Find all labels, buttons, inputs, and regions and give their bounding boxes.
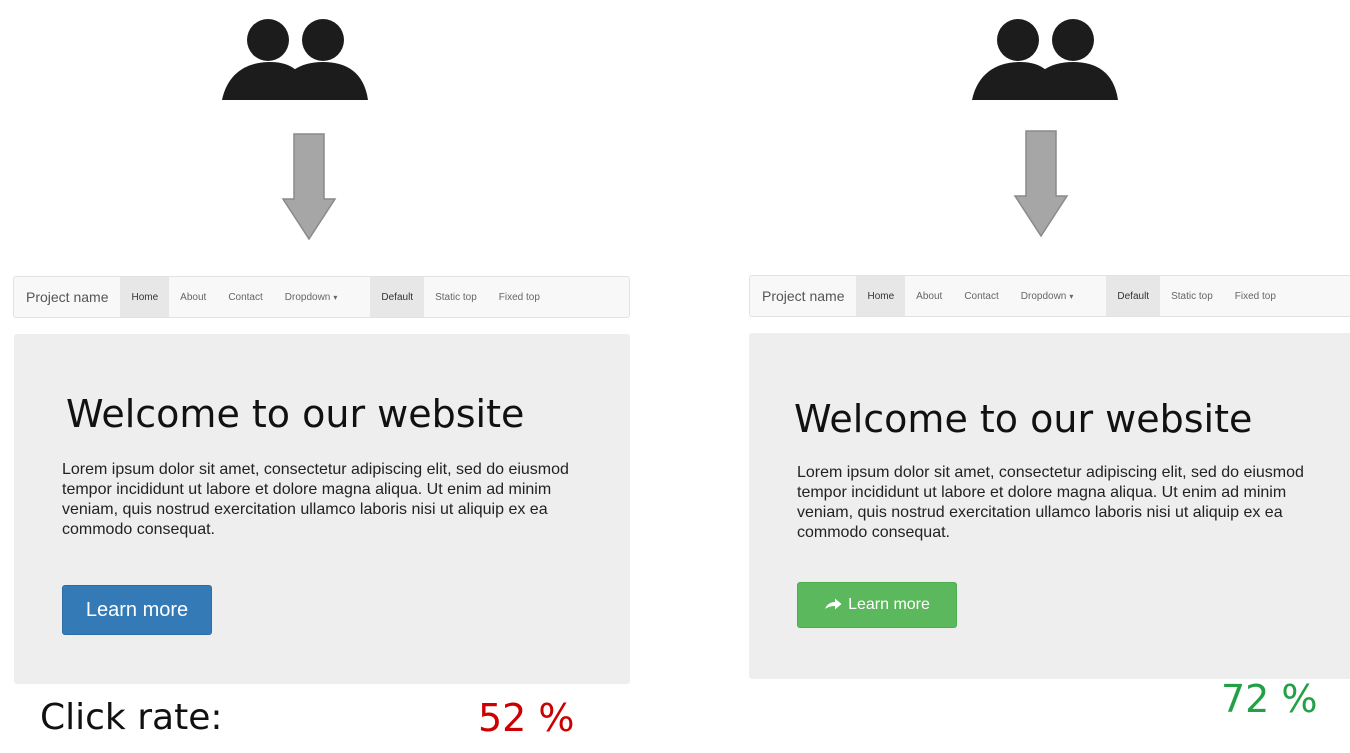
nav-item-contact[interactable]: Contact (217, 277, 273, 317)
navbar-brand[interactable]: Project name (750, 276, 856, 316)
arrow-down-icon (281, 133, 337, 241)
nav-item-fixed-top[interactable]: Fixed top (488, 277, 551, 317)
nav-item-dropdown-label: Dropdown (284, 291, 331, 303)
jumbotron: Welcome to our website Lorem ipsum dolor… (749, 333, 1350, 679)
caret-down-icon: ▾ (333, 292, 338, 302)
caret-down-icon: ▾ (1069, 291, 1074, 301)
arrow-down-icon (1013, 130, 1069, 238)
nav-item-fixed-top[interactable]: Fixed top (1224, 276, 1287, 316)
body-text: Lorem ipsum dolor sit amet, consectetur … (62, 461, 569, 538)
nav-item-home[interactable]: Home (120, 277, 170, 317)
nav-item-default[interactable]: Default (370, 277, 425, 317)
navbar: Project name Home About Contact Dropdown… (749, 275, 1350, 317)
nav-item-home[interactable]: Home (856, 276, 906, 316)
users-icon (222, 19, 368, 100)
users-icon (972, 19, 1118, 100)
nav-item-dropdown[interactable]: Dropdown ▾ (1010, 276, 1085, 316)
click-rate-a: 52 % (478, 696, 575, 740)
nav-item-contact[interactable]: Contact (953, 276, 1009, 316)
learn-more-label: Learn more (85, 598, 189, 621)
nav-item-dropdown[interactable]: Dropdown ▾ (274, 277, 349, 317)
page-heading: Welcome to our website (794, 397, 1253, 441)
navbar-brand[interactable]: Project name (14, 277, 120, 317)
learn-more-button[interactable]: Learn more (797, 582, 957, 628)
jumbotron: Welcome to our website Lorem ipsum dolor… (14, 334, 630, 684)
nav-item-default[interactable]: Default (1106, 276, 1161, 316)
navbar: Project name Home About Contact Dropdown… (13, 276, 630, 318)
nav-item-static-top[interactable]: Static top (424, 277, 488, 317)
click-rate-b: 72 % (1221, 677, 1318, 721)
nav-item-about[interactable]: About (169, 277, 217, 317)
page-heading: Welcome to our website (66, 392, 525, 436)
nav-item-about[interactable]: About (905, 276, 953, 316)
body-text: Lorem ipsum dolor sit amet, consectetur … (797, 464, 1304, 541)
learn-more-label: Learn more (848, 596, 930, 613)
nav-item-static-top[interactable]: Static top (1160, 276, 1224, 316)
click-rate-label: Click rate: (40, 697, 223, 738)
nav-item-dropdown-label: Dropdown (1020, 290, 1067, 302)
arrow-right-icon (825, 598, 842, 610)
learn-more-button[interactable]: Learn more (62, 585, 212, 635)
